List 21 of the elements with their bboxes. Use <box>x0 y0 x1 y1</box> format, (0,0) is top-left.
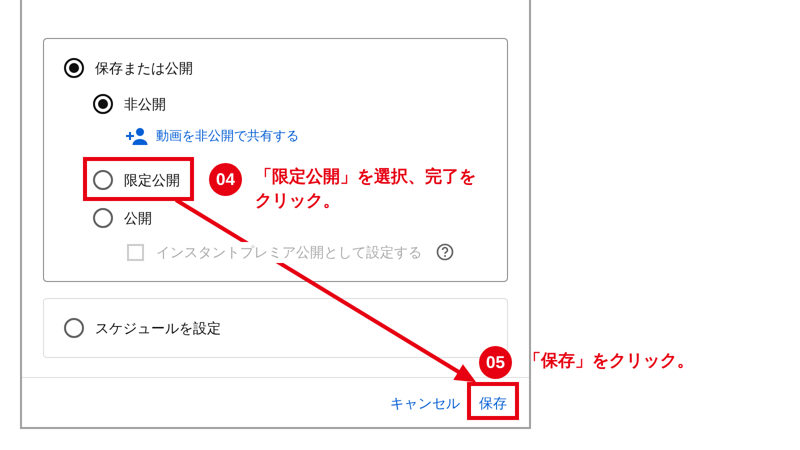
radio-button[interactable] <box>93 94 113 114</box>
annotation-text: 「限定公開」を選択、完了をクリック。 <box>255 166 477 212</box>
step-badge: 04 <box>209 163 242 196</box>
highlight-box <box>467 382 519 420</box>
option-label: 非公開 <box>124 94 166 114</box>
option-label: 公開 <box>124 208 152 228</box>
option-label: スケジュールを設定 <box>95 318 221 338</box>
person-add-icon <box>124 127 148 145</box>
share-link[interactable]: 動画を非公開で共有する <box>156 126 299 146</box>
cancel-button[interactable]: キャンセル <box>389 389 461 418</box>
radio-button[interactable] <box>64 318 84 338</box>
help-icon[interactable] <box>436 243 454 261</box>
option-label: 保存または公開 <box>95 58 193 78</box>
option-label: インスタントプレミア公開として設定する <box>156 242 422 262</box>
radio-button[interactable] <box>93 170 113 190</box>
radio-button[interactable] <box>64 58 84 78</box>
save-button[interactable]: 保存 <box>475 389 511 418</box>
step-badge: 05 <box>479 346 512 379</box>
option-label: 限定公開 <box>124 170 180 190</box>
annotation-text: 「保存」をクリック。 <box>524 350 695 372</box>
radio-button[interactable] <box>93 208 113 228</box>
